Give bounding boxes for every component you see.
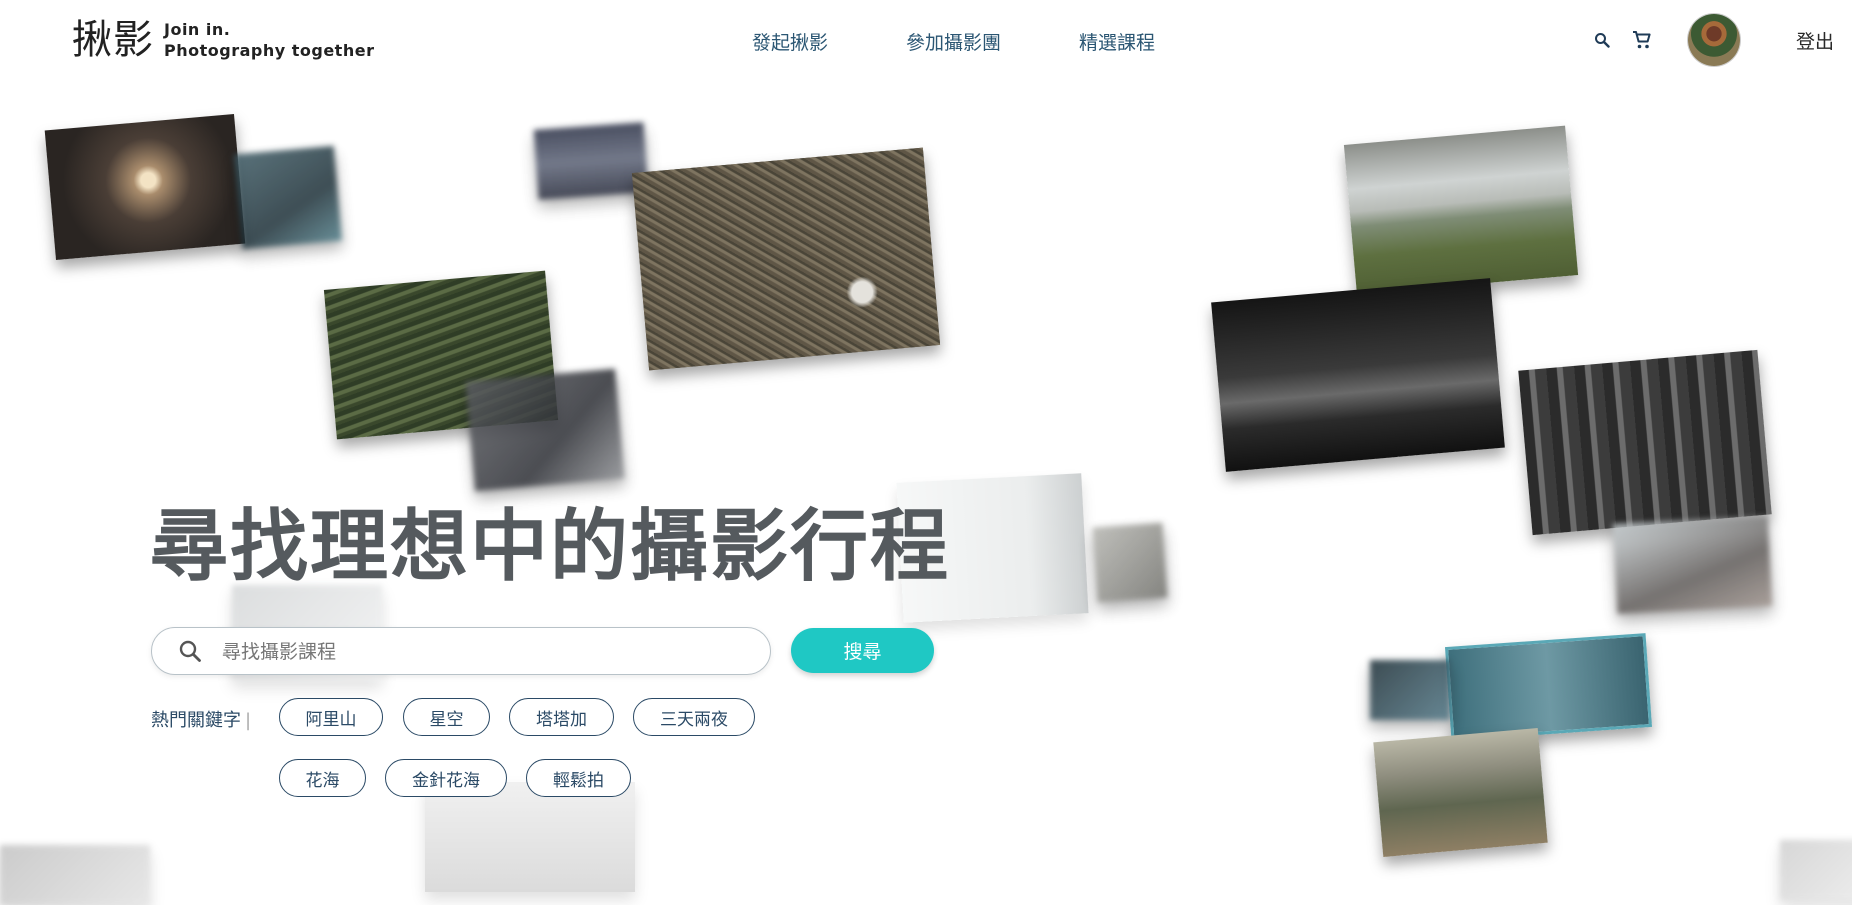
photo-blue-dark [1370, 660, 1450, 720]
header-tools [1588, 14, 1740, 66]
keyword-chip[interactable]: 金針花海 [385, 759, 507, 797]
photo-dark-branch [465, 368, 625, 492]
search-button[interactable]: 搜尋 [791, 628, 934, 673]
photo-bw-cup [1211, 278, 1505, 472]
popular-keywords-text: 熱門關鍵字 [151, 710, 241, 731]
top-header: 揪影 Join in. Photography together 發起揪影 參加… [0, 0, 1852, 84]
photo-small-rock [1092, 522, 1168, 603]
course-search-input[interactable] [220, 636, 744, 668]
keyword-chip[interactable]: 花海 [279, 759, 366, 797]
photo-bottom-left [0, 845, 150, 905]
photo-misty-village [1373, 728, 1548, 857]
nav-item-join-tour[interactable]: 參加攝影團 [906, 28, 1001, 55]
keyword-chip[interactable]: 塔塔加 [509, 698, 614, 736]
search-icon[interactable] [1588, 26, 1616, 54]
brand-mark: 揪影 [72, 17, 154, 63]
photo-coast-blur [1612, 516, 1773, 614]
brand-tagline-line1: Join in. [164, 20, 231, 39]
user-avatar[interactable] [1688, 14, 1740, 66]
keyword-divider: | [245, 710, 252, 731]
hero-title: 尋找理想中的攝影行程 [150, 502, 951, 592]
photo-teal-room [1444, 633, 1653, 741]
photo-edge-right [1780, 840, 1852, 900]
photo-sunbeam-mountains [1343, 125, 1579, 295]
keyword-chip[interactable]: 阿里山 [279, 698, 383, 736]
photo-bw-forest-bride [1518, 349, 1772, 536]
search-icon [178, 639, 202, 667]
keyword-chip[interactable]: 三天兩夜 [633, 698, 755, 736]
photo-woman-bottom [425, 782, 635, 892]
course-search-box [151, 627, 771, 675]
photo-night-sky [533, 122, 649, 200]
popular-keywords-label: 熱門關鍵字 | [151, 706, 251, 732]
photo-sunset-rocks [44, 113, 246, 261]
main-nav: 發起揪影 參加攝影團 精選課程 [752, 28, 1233, 55]
keyword-chip[interactable]: 星空 [403, 698, 490, 736]
keyword-chip[interactable]: 輕鬆拍 [526, 759, 631, 797]
photo-sea-cliff [234, 145, 342, 250]
logout-link[interactable]: 登出 [1796, 27, 1834, 54]
photo-grass-closeup [631, 147, 941, 371]
nav-item-courses[interactable]: 精選課程 [1079, 28, 1155, 55]
nav-item-create-group[interactable]: 發起揪影 [752, 28, 828, 55]
brand-tagline-line2: Photography together [164, 41, 375, 60]
brand-tagline: Join in. Photography together [164, 19, 374, 61]
cart-icon[interactable] [1628, 26, 1656, 54]
brand-logo[interactable]: 揪影 Join in. Photography together [72, 18, 374, 62]
